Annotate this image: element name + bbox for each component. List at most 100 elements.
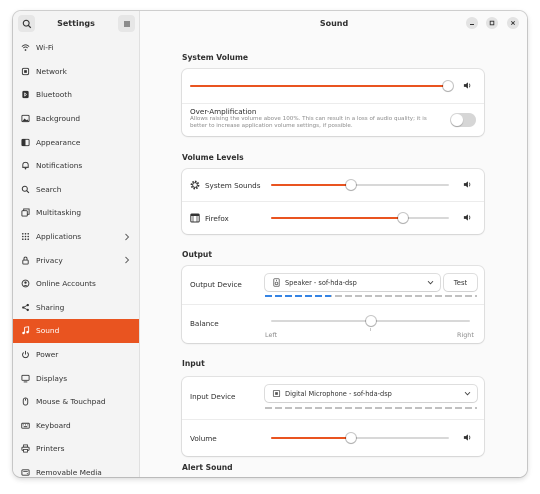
sidebar-item-label: Online Accounts	[36, 279, 96, 289]
header-bar: Sound	[141, 11, 527, 35]
settings-window: Settings Wi-Fi Network Bluetooth Backgro…	[13, 11, 527, 477]
sidebar-item-label: Removable Media	[36, 467, 102, 477]
balance-slider[interactable]	[271, 316, 470, 326]
input-device-label: Input Device	[190, 392, 236, 401]
system-sounds-row: System Sounds	[182, 169, 484, 201]
sidebar-item-bluetooth[interactable]: Bluetooth	[13, 83, 139, 107]
sidebar-list: Wi-Fi Network Bluetooth Background Appea…	[13, 36, 139, 477]
output-heading: Output	[182, 250, 212, 259]
sidebar-item-label: Power	[36, 350, 59, 360]
sidebar-item-applications[interactable]: Applications	[13, 225, 139, 249]
speaker-volume-icon	[463, 214, 471, 221]
sidebar-item-label: Privacy	[36, 255, 63, 265]
sidebar-item-appearance[interactable]: Appearance	[13, 130, 139, 154]
online-accounts-icon	[21, 279, 30, 288]
input-volume-slider[interactable]	[271, 433, 449, 443]
over-amplification-toggle[interactable]	[450, 113, 476, 127]
chevron-down-icon	[427, 280, 434, 285]
printers-icon	[21, 444, 30, 453]
chevron-right-icon	[125, 233, 130, 241]
system-sounds-label: System Sounds	[205, 181, 261, 190]
sidebar-item-label: Appearance	[36, 137, 81, 147]
sidebar-item-displays[interactable]: Displays	[13, 366, 139, 390]
speaker-volume-icon	[463, 82, 471, 89]
sidebar-item-label: Keyboard	[36, 420, 71, 430]
alert-sound-heading: Alert Sound	[182, 463, 233, 472]
sidebar-item-privacy[interactable]: Privacy	[13, 248, 139, 272]
sidebar-item-background[interactable]: Background	[13, 107, 139, 131]
slider-knob[interactable]	[397, 213, 408, 223]
sidebar-item-sharing[interactable]: Sharing	[13, 296, 139, 320]
sidebar-item-notifications[interactable]: Notifications	[13, 154, 139, 178]
sound-icon	[21, 326, 30, 335]
slider-knob[interactable]	[346, 433, 357, 443]
sidebar-item-label: Multitasking	[36, 208, 82, 218]
sidebar-item-removable-media[interactable]: Removable Media	[13, 461, 139, 477]
menu-button[interactable]	[118, 15, 135, 32]
sidebar-item-online-accounts[interactable]: Online Accounts	[13, 272, 139, 296]
over-amplification-row: Over-Amplification Allows raising the vo…	[182, 103, 484, 136]
over-amplification-label: Over-Amplification	[190, 107, 257, 116]
speaker-volume-icon	[463, 434, 471, 441]
sidebar-item-multitasking[interactable]: Multitasking	[13, 201, 139, 225]
hamburger-menu-icon	[123, 21, 130, 26]
volume-levels-heading: Volume Levels	[182, 153, 244, 162]
input-volume-row: Volume	[182, 419, 484, 456]
sidebar-item-label: Network	[36, 66, 67, 76]
sidebar-item-label: Printers	[36, 444, 65, 454]
speaker-volume-icon	[463, 181, 471, 188]
mouse-icon	[21, 397, 30, 406]
speaker-device-icon	[273, 278, 280, 287]
sidebar-item-label: Notifications	[36, 161, 83, 171]
multitasking-icon	[21, 208, 30, 218]
sidebar-item-search[interactable]: Search	[13, 178, 139, 202]
slider-knob[interactable]	[365, 316, 376, 326]
sidebar-item-keyboard[interactable]: Keyboard	[13, 414, 139, 438]
background-icon	[21, 114, 30, 123]
output-device-row: Output Device Speaker - sof-hda-dsp Test	[182, 266, 484, 304]
close-button[interactable]	[507, 17, 519, 29]
sidebar-item-power[interactable]: Power	[13, 343, 139, 367]
sidebar-item-sound[interactable]: Sound	[13, 319, 139, 343]
privacy-icon	[21, 256, 30, 265]
close-icon	[510, 20, 516, 26]
slider-knob[interactable]	[443, 81, 453, 91]
firefox-label: Firefox	[205, 214, 229, 223]
sidebar-item-label: Background	[36, 114, 81, 124]
balance-label: Balance	[190, 319, 219, 328]
input-volume-label: Volume	[190, 434, 217, 443]
applications-icon	[21, 232, 30, 241]
input-device-value: Digital Microphone - sof-hda-dsp	[285, 389, 392, 398]
firefox-app-icon	[190, 213, 200, 223]
output-level-meter	[265, 295, 331, 297]
maximize-button[interactable]	[486, 17, 498, 29]
firefox-volume-slider[interactable]	[271, 213, 449, 223]
displays-icon	[21, 374, 30, 383]
notifications-icon	[21, 161, 30, 170]
sidebar-item-network[interactable]: Network	[13, 60, 139, 84]
input-device-dropdown[interactable]: Digital Microphone - sof-hda-dsp	[265, 385, 477, 402]
output-device-dropdown[interactable]: Speaker - sof-hda-dsp	[265, 274, 440, 291]
keyboard-icon	[21, 421, 30, 430]
system-sounds-slider[interactable]	[271, 180, 449, 190]
sidebar-item-label: Sound	[36, 326, 60, 336]
system-volume-card: Over-Amplification Allows raising the vo…	[182, 69, 484, 136]
sidebar-item-printers[interactable]: Printers	[13, 437, 139, 461]
sidebar-item-wifi[interactable]: Wi-Fi	[13, 36, 139, 60]
balance-row: Balance Left Right	[182, 304, 484, 343]
firefox-row: Firefox	[182, 201, 484, 234]
sidebar-item-label: Mouse & Touchpad	[36, 397, 106, 407]
minimize-icon	[470, 24, 474, 25]
network-icon	[21, 67, 30, 76]
test-button[interactable]: Test	[444, 274, 477, 291]
slider-knob[interactable]	[346, 180, 357, 190]
minimize-button[interactable]	[466, 17, 478, 29]
system-volume-slider[interactable]	[190, 81, 453, 91]
sidebar: Settings Wi-Fi Network Bluetooth Backgro…	[13, 11, 140, 477]
sidebar-item-label: Bluetooth	[36, 90, 72, 100]
sidebar-item-label: Search	[36, 184, 62, 194]
chevron-down-icon	[464, 391, 471, 396]
input-heading: Input	[182, 359, 205, 368]
sidebar-item-mouse-touchpad[interactable]: Mouse & Touchpad	[13, 390, 139, 414]
input-level-meter	[265, 407, 477, 409]
